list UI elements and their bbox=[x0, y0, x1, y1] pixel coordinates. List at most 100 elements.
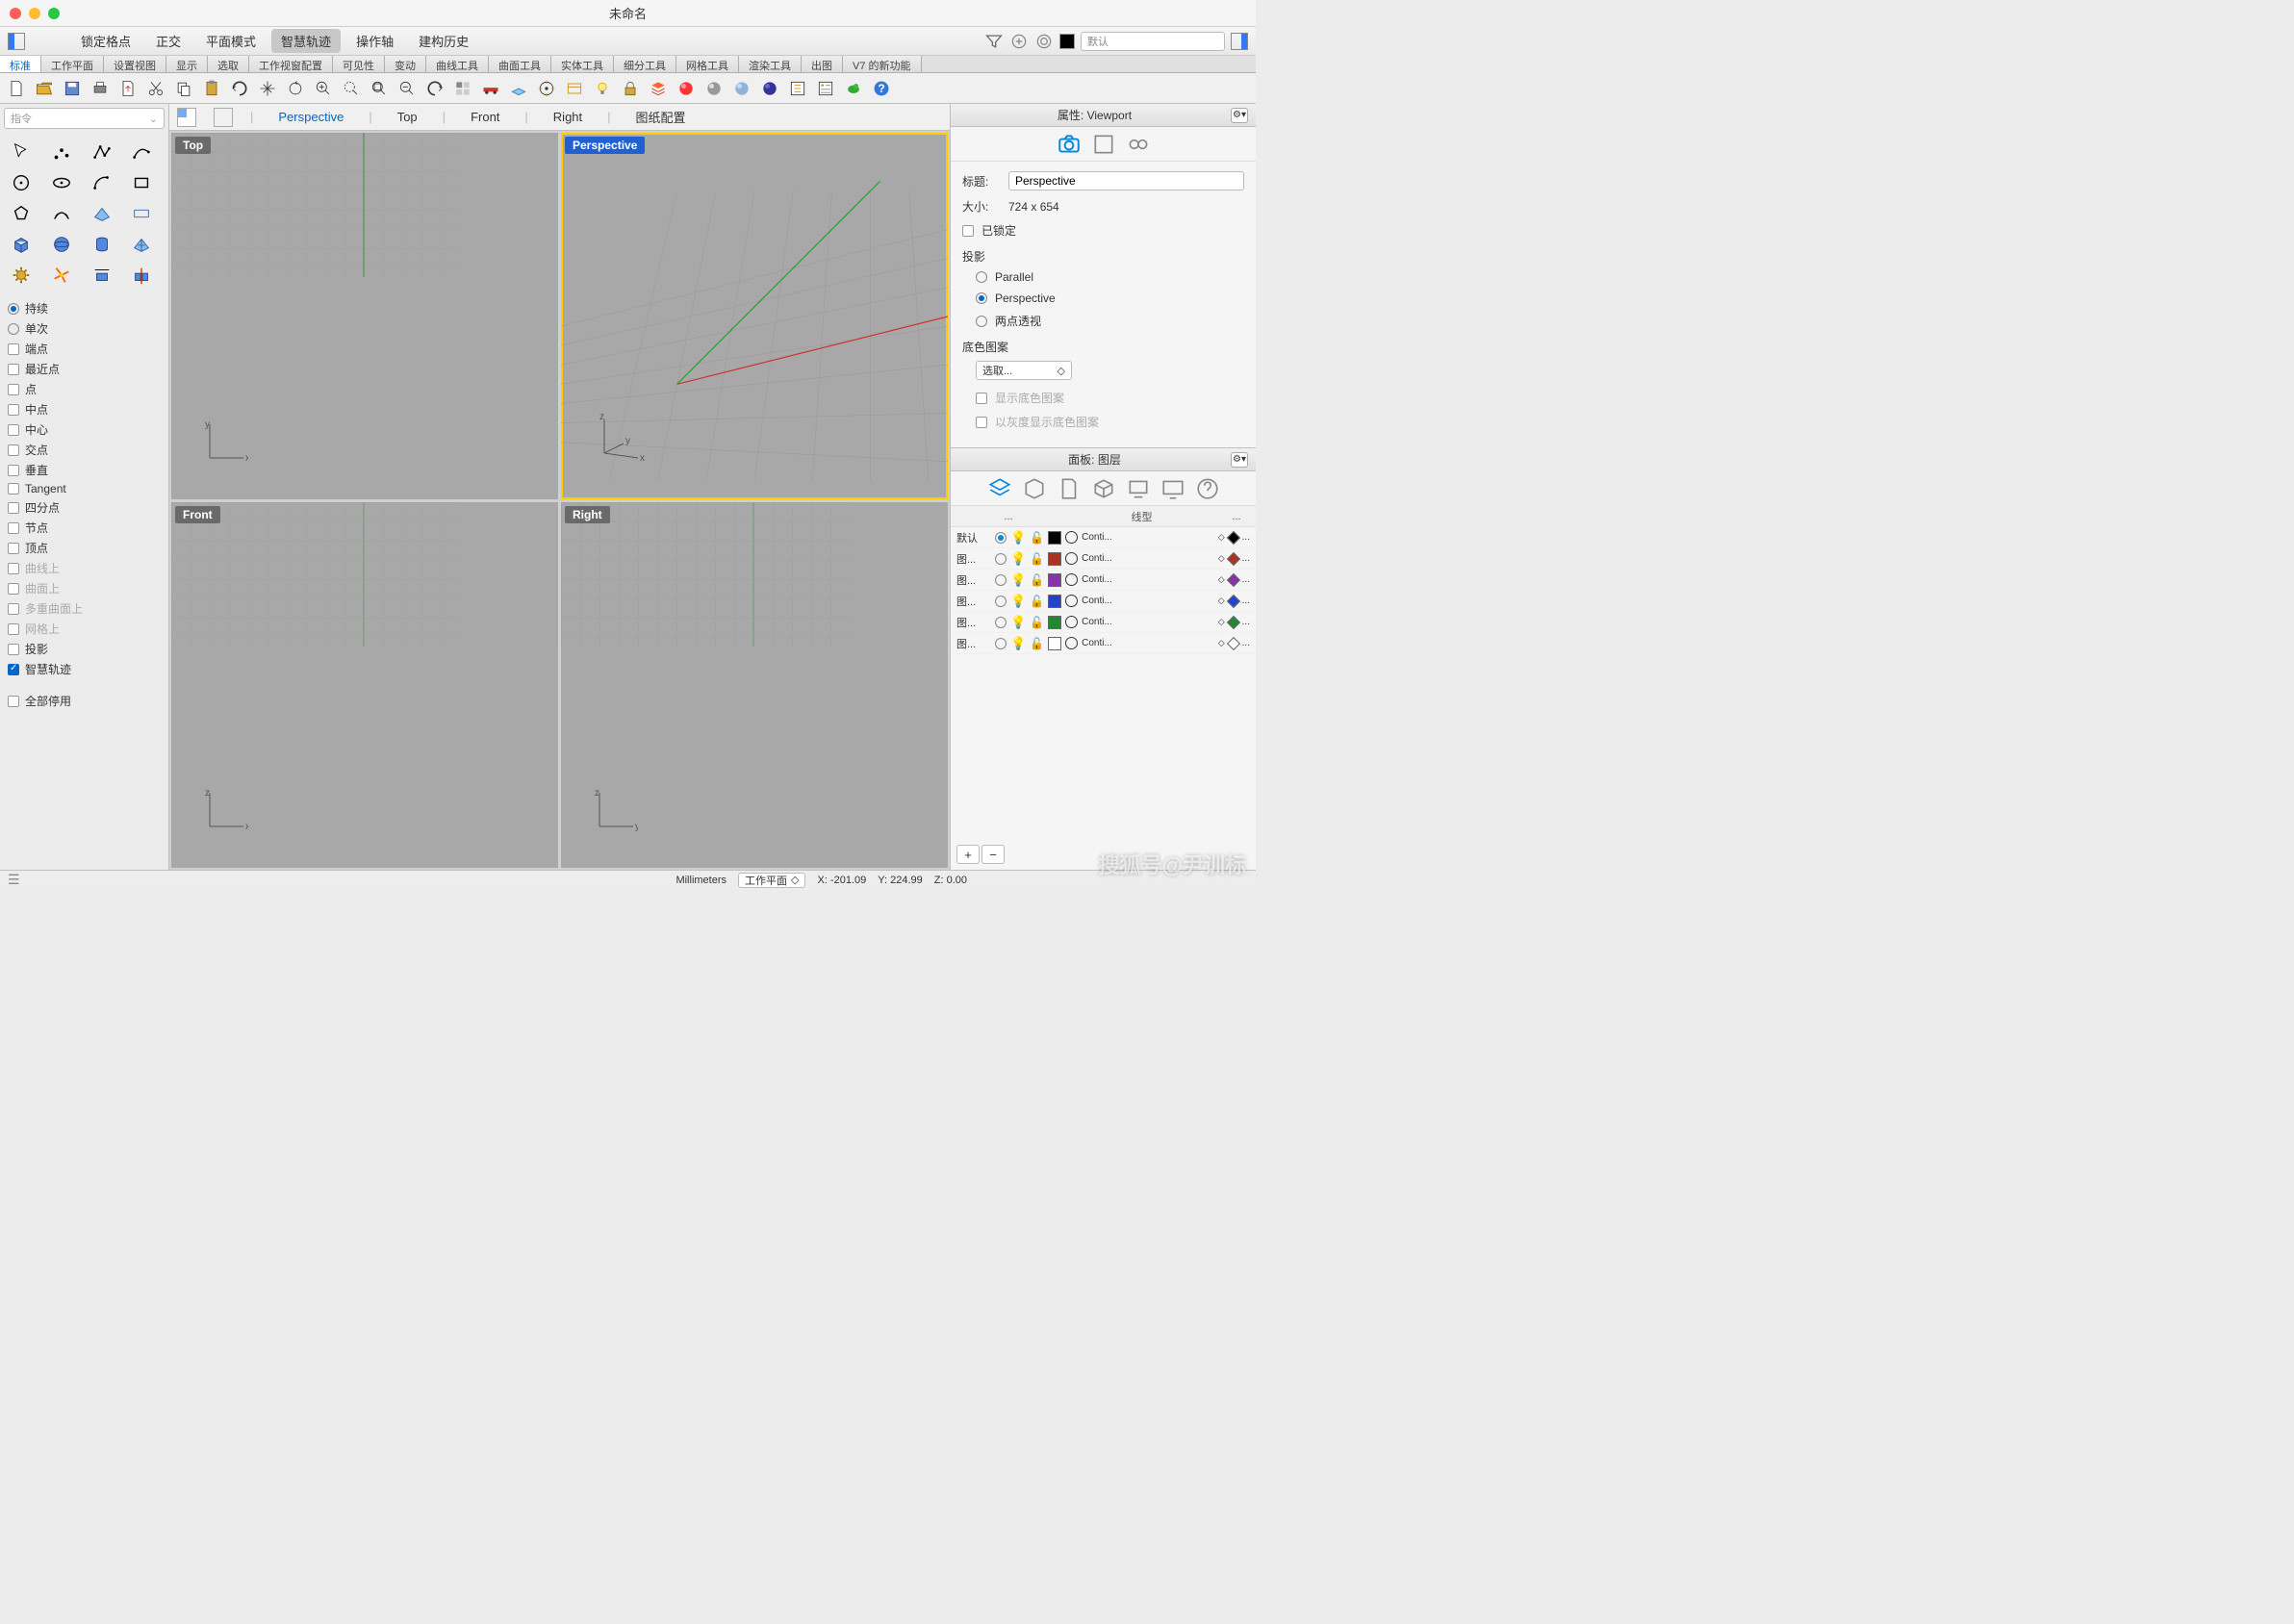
material-circle[interactable] bbox=[1065, 616, 1078, 628]
tab-top[interactable]: Top bbox=[390, 106, 425, 128]
menutab-14[interactable]: 出图 bbox=[802, 56, 843, 72]
help-tb-icon[interactable]: ? bbox=[869, 76, 894, 101]
menutab-0[interactable]: 标准 bbox=[0, 56, 41, 72]
circle-icon[interactable] bbox=[6, 169, 37, 196]
tab-layout[interactable]: 图纸配置 bbox=[628, 104, 694, 130]
color-swatch[interactable] bbox=[1059, 34, 1075, 49]
points-icon[interactable] bbox=[46, 139, 77, 165]
ghost-icon[interactable] bbox=[729, 76, 754, 101]
arc-icon[interactable] bbox=[87, 169, 117, 196]
lightbulb-icon[interactable]: 💡 bbox=[1010, 636, 1026, 651]
lock-icon[interactable]: 🔓 bbox=[1030, 616, 1044, 629]
osnap-chk-2[interactable] bbox=[8, 384, 19, 395]
explode-icon[interactable] bbox=[46, 262, 77, 289]
print-color[interactable] bbox=[1227, 530, 1240, 544]
material-icon[interactable] bbox=[1091, 132, 1116, 157]
properties-icon[interactable] bbox=[813, 76, 838, 101]
camera-icon[interactable] bbox=[1057, 132, 1082, 157]
add-layer-button[interactable]: + bbox=[956, 845, 980, 864]
layer-color-swatch[interactable] bbox=[1048, 595, 1061, 608]
menutab-1[interactable]: 工作平面 bbox=[41, 56, 104, 72]
disable-all-chk[interactable] bbox=[8, 696, 19, 707]
trim-icon[interactable] bbox=[87, 262, 117, 289]
menutab-11[interactable]: 细分工具 bbox=[614, 56, 676, 72]
link-icon[interactable] bbox=[1126, 132, 1151, 157]
lock-icon[interactable]: 🔓 bbox=[1030, 552, 1044, 566]
help-icon[interactable] bbox=[1195, 476, 1220, 501]
layer-color-swatch[interactable] bbox=[1048, 531, 1061, 545]
paste-icon[interactable] bbox=[199, 76, 224, 101]
once-radio[interactable] bbox=[8, 323, 19, 335]
save-icon[interactable] bbox=[60, 76, 85, 101]
display-icon[interactable] bbox=[1160, 476, 1185, 501]
gear-tool-icon[interactable] bbox=[6, 262, 37, 289]
print-icon[interactable] bbox=[88, 76, 113, 101]
tab-right[interactable]: Right bbox=[546, 106, 590, 128]
menutab-7[interactable]: 变动 bbox=[385, 56, 426, 72]
viewport-top[interactable]: Top xy bbox=[171, 133, 558, 499]
curve-icon[interactable] bbox=[126, 139, 157, 165]
command-input[interactable]: 指令 ⌄ bbox=[4, 108, 165, 129]
options-icon[interactable] bbox=[785, 76, 810, 101]
lock-icon[interactable]: 🔓 bbox=[1030, 637, 1044, 650]
pointer-icon[interactable] bbox=[6, 139, 37, 165]
lock-icon[interactable]: 🔓 bbox=[1030, 595, 1044, 608]
viewport-icon[interactable] bbox=[562, 76, 587, 101]
osnap-chk-3[interactable] bbox=[8, 404, 19, 416]
viewport-perspective[interactable]: Perspective xzy bbox=[561, 133, 948, 499]
lightbulb-icon[interactable]: 💡 bbox=[1010, 594, 1026, 609]
print-color[interactable] bbox=[1227, 551, 1240, 565]
zoom-in-icon[interactable] bbox=[311, 76, 336, 101]
lock-icon[interactable] bbox=[618, 76, 643, 101]
osnap-chk-9[interactable] bbox=[8, 522, 19, 534]
lightbulb-icon[interactable]: 💡 bbox=[1010, 530, 1026, 546]
device-icon[interactable] bbox=[1126, 476, 1151, 501]
layer-row[interactable]: 图... 💡 🔓 Conti...◇ ... bbox=[951, 591, 1256, 612]
selection-circle-icon[interactable] bbox=[1034, 32, 1054, 51]
split-icon[interactable] bbox=[126, 262, 157, 289]
import-icon[interactable] bbox=[115, 76, 140, 101]
layer-current-radio[interactable] bbox=[995, 638, 1007, 649]
layer-color-swatch[interactable] bbox=[1048, 573, 1061, 587]
layer-current-radio[interactable] bbox=[995, 553, 1007, 565]
mesh-icon[interactable] bbox=[126, 231, 157, 258]
menutab-5[interactable]: 工作视窗配置 bbox=[249, 56, 333, 72]
proj-radio-0[interactable] bbox=[976, 271, 987, 283]
layer-color-swatch[interactable] bbox=[1048, 616, 1061, 629]
print-color[interactable] bbox=[1227, 615, 1240, 628]
mode-5[interactable]: 建构历史 bbox=[409, 29, 478, 53]
osnap-chk-7[interactable] bbox=[8, 483, 19, 495]
pan-icon[interactable] bbox=[255, 76, 280, 101]
zoom-window-icon[interactable] bbox=[339, 76, 364, 101]
box-icon[interactable] bbox=[1022, 476, 1047, 501]
osnap-chk-10[interactable] bbox=[8, 543, 19, 554]
single-view-icon[interactable] bbox=[214, 108, 233, 127]
tab-perspective[interactable]: Perspective bbox=[270, 106, 351, 128]
osnap-chk-4[interactable] bbox=[8, 424, 19, 436]
xray-icon[interactable] bbox=[757, 76, 782, 101]
page-icon[interactable] bbox=[1057, 476, 1082, 501]
mode-1[interactable]: 正交 bbox=[146, 29, 191, 53]
layer-color-swatch[interactable] bbox=[1048, 552, 1061, 566]
title-input[interactable] bbox=[1008, 171, 1244, 190]
undo-icon[interactable] bbox=[227, 76, 252, 101]
zoom-sel-icon[interactable] bbox=[395, 76, 420, 101]
new-file-icon[interactable] bbox=[4, 76, 29, 101]
menutab-9[interactable]: 曲面工具 bbox=[489, 56, 551, 72]
copy-icon[interactable] bbox=[171, 76, 196, 101]
cube-icon[interactable] bbox=[1091, 476, 1116, 501]
sphere-icon[interactable] bbox=[46, 231, 77, 258]
menutab-10[interactable]: 实体工具 bbox=[551, 56, 614, 72]
layer-current-radio[interactable] bbox=[995, 574, 1007, 586]
loft-icon[interactable] bbox=[126, 200, 157, 227]
grasshopper-icon[interactable] bbox=[841, 76, 866, 101]
menutab-13[interactable]: 渲染工具 bbox=[739, 56, 802, 72]
layer-row[interactable]: 图... 💡 🔓 Conti...◇ ... bbox=[951, 548, 1256, 570]
remove-layer-button[interactable]: − bbox=[981, 845, 1005, 864]
four-view-icon[interactable] bbox=[450, 76, 475, 101]
menutab-2[interactable]: 设置视图 bbox=[104, 56, 166, 72]
osnap-chk-8[interactable] bbox=[8, 502, 19, 514]
layer-dropdown[interactable]: 默认 bbox=[1081, 32, 1225, 51]
proj-radio-1[interactable] bbox=[976, 292, 987, 304]
material-circle[interactable] bbox=[1065, 531, 1078, 544]
